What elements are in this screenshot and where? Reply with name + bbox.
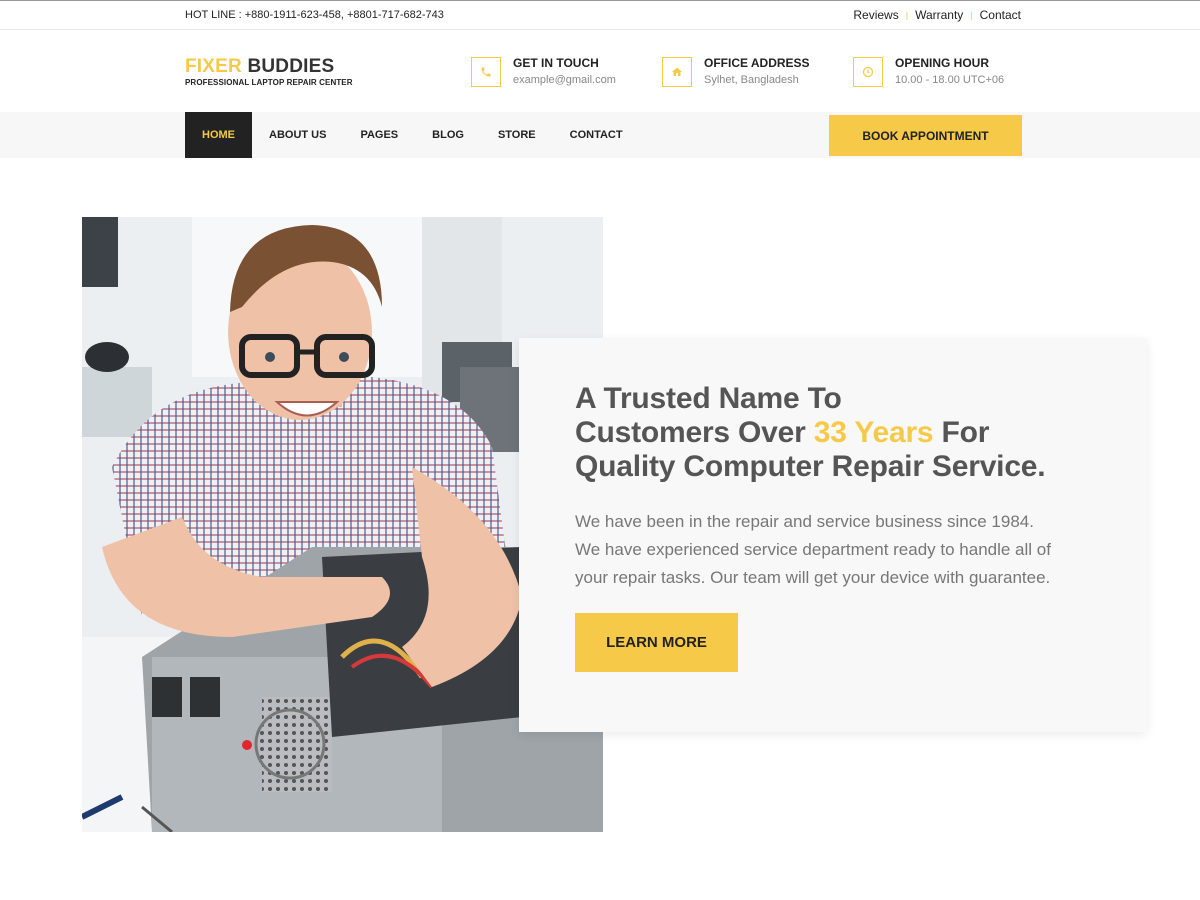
logo-tagline: PROFESSIONAL LAPTOP REPAIR CENTER [185, 78, 353, 87]
hero-heading-highlight: 33 Years [813, 416, 934, 449]
info-email[interactable]: example@gmail.com [513, 74, 616, 86]
phone-icon [471, 57, 501, 87]
top-link-separator: | [905, 10, 909, 20]
info-title: OFFICE ADDRESS [704, 56, 810, 70]
learn-more-button[interactable]: LEARN MORE [575, 613, 738, 672]
contact-top-link[interactable]: Contact [980, 8, 1021, 22]
main-nav: HOME ABOUT US PAGES BLOG STORE CONTACT [185, 112, 640, 158]
nav-item-blog[interactable]: BLOG [415, 112, 481, 158]
main-navbar: HOME ABOUT US PAGES BLOG STORE CONTACT B… [0, 112, 1200, 158]
hero-card: A Trusted Name To Customers Over 33 Year… [519, 338, 1147, 732]
hero-description: We have been in the repair and service b… [575, 508, 1115, 592]
nav-item-about-us[interactable]: ABOUT US [252, 112, 343, 158]
hero-heading: A Trusted Name To Customers Over 33 Year… [575, 382, 1046, 484]
reviews-link[interactable]: Reviews [853, 8, 898, 22]
header-info-address: OFFICE ADDRESS Sylhet, Bangladesh [662, 56, 810, 87]
hero-heading-line2-post: For [933, 416, 990, 449]
nav-item-contact[interactable]: CONTACT [553, 112, 640, 158]
hotline-text: HOT LINE : +880-1911-623-458, +8801-717-… [185, 9, 444, 21]
nav-item-pages[interactable]: PAGES [343, 112, 415, 158]
logo-title: FIXER BUDDIES [185, 57, 353, 77]
home-icon [662, 57, 692, 87]
info-hours: 10.00 - 18.00 UTC+06 [895, 74, 1005, 86]
info-address: Sylhet, Bangladesh [704, 74, 799, 86]
hero-text-line2: We have experienced service department r… [575, 540, 1051, 559]
nav-item-store[interactable]: STORE [481, 112, 553, 158]
hero-text-line3: your repair tasks. Our team will get you… [575, 568, 1051, 587]
hero-heading-line1: A Trusted Name To [575, 382, 842, 415]
top-link-separator: | [970, 10, 973, 20]
logo-word-fixer: FIXER [185, 56, 242, 77]
clock-icon [853, 57, 883, 87]
warranty-link[interactable]: Warranty [915, 8, 963, 22]
top-bar: HOT LINE : +880-1911-623-458, +8801-717-… [0, 0, 1200, 30]
top-links: Reviews | Warranty | Contact [853, 8, 1021, 22]
info-title: OPENING HOUR [895, 56, 990, 70]
logo-word-buddies: BUDDIES [247, 56, 335, 77]
site-logo[interactable]: FIXER BUDDIES PROFESSIONAL LAPTOP REPAIR… [185, 57, 353, 88]
hero-text-line1: We have been in the repair and service b… [575, 512, 1034, 531]
header-info-contact: GET IN TOUCH example@gmail.com [471, 56, 616, 87]
header-info-hours: OPENING HOUR 10.00 - 18.00 UTC+06 [853, 56, 1004, 87]
info-title: GET IN TOUCH [513, 56, 599, 70]
book-appointment-button[interactable]: BOOK APPOINTMENT [829, 115, 1022, 156]
nav-item-home[interactable]: HOME [185, 112, 252, 158]
hero-heading-line3: Quality Computer Repair Service. [575, 450, 1046, 483]
hero-heading-line2-pre: Customers Over [575, 416, 814, 449]
